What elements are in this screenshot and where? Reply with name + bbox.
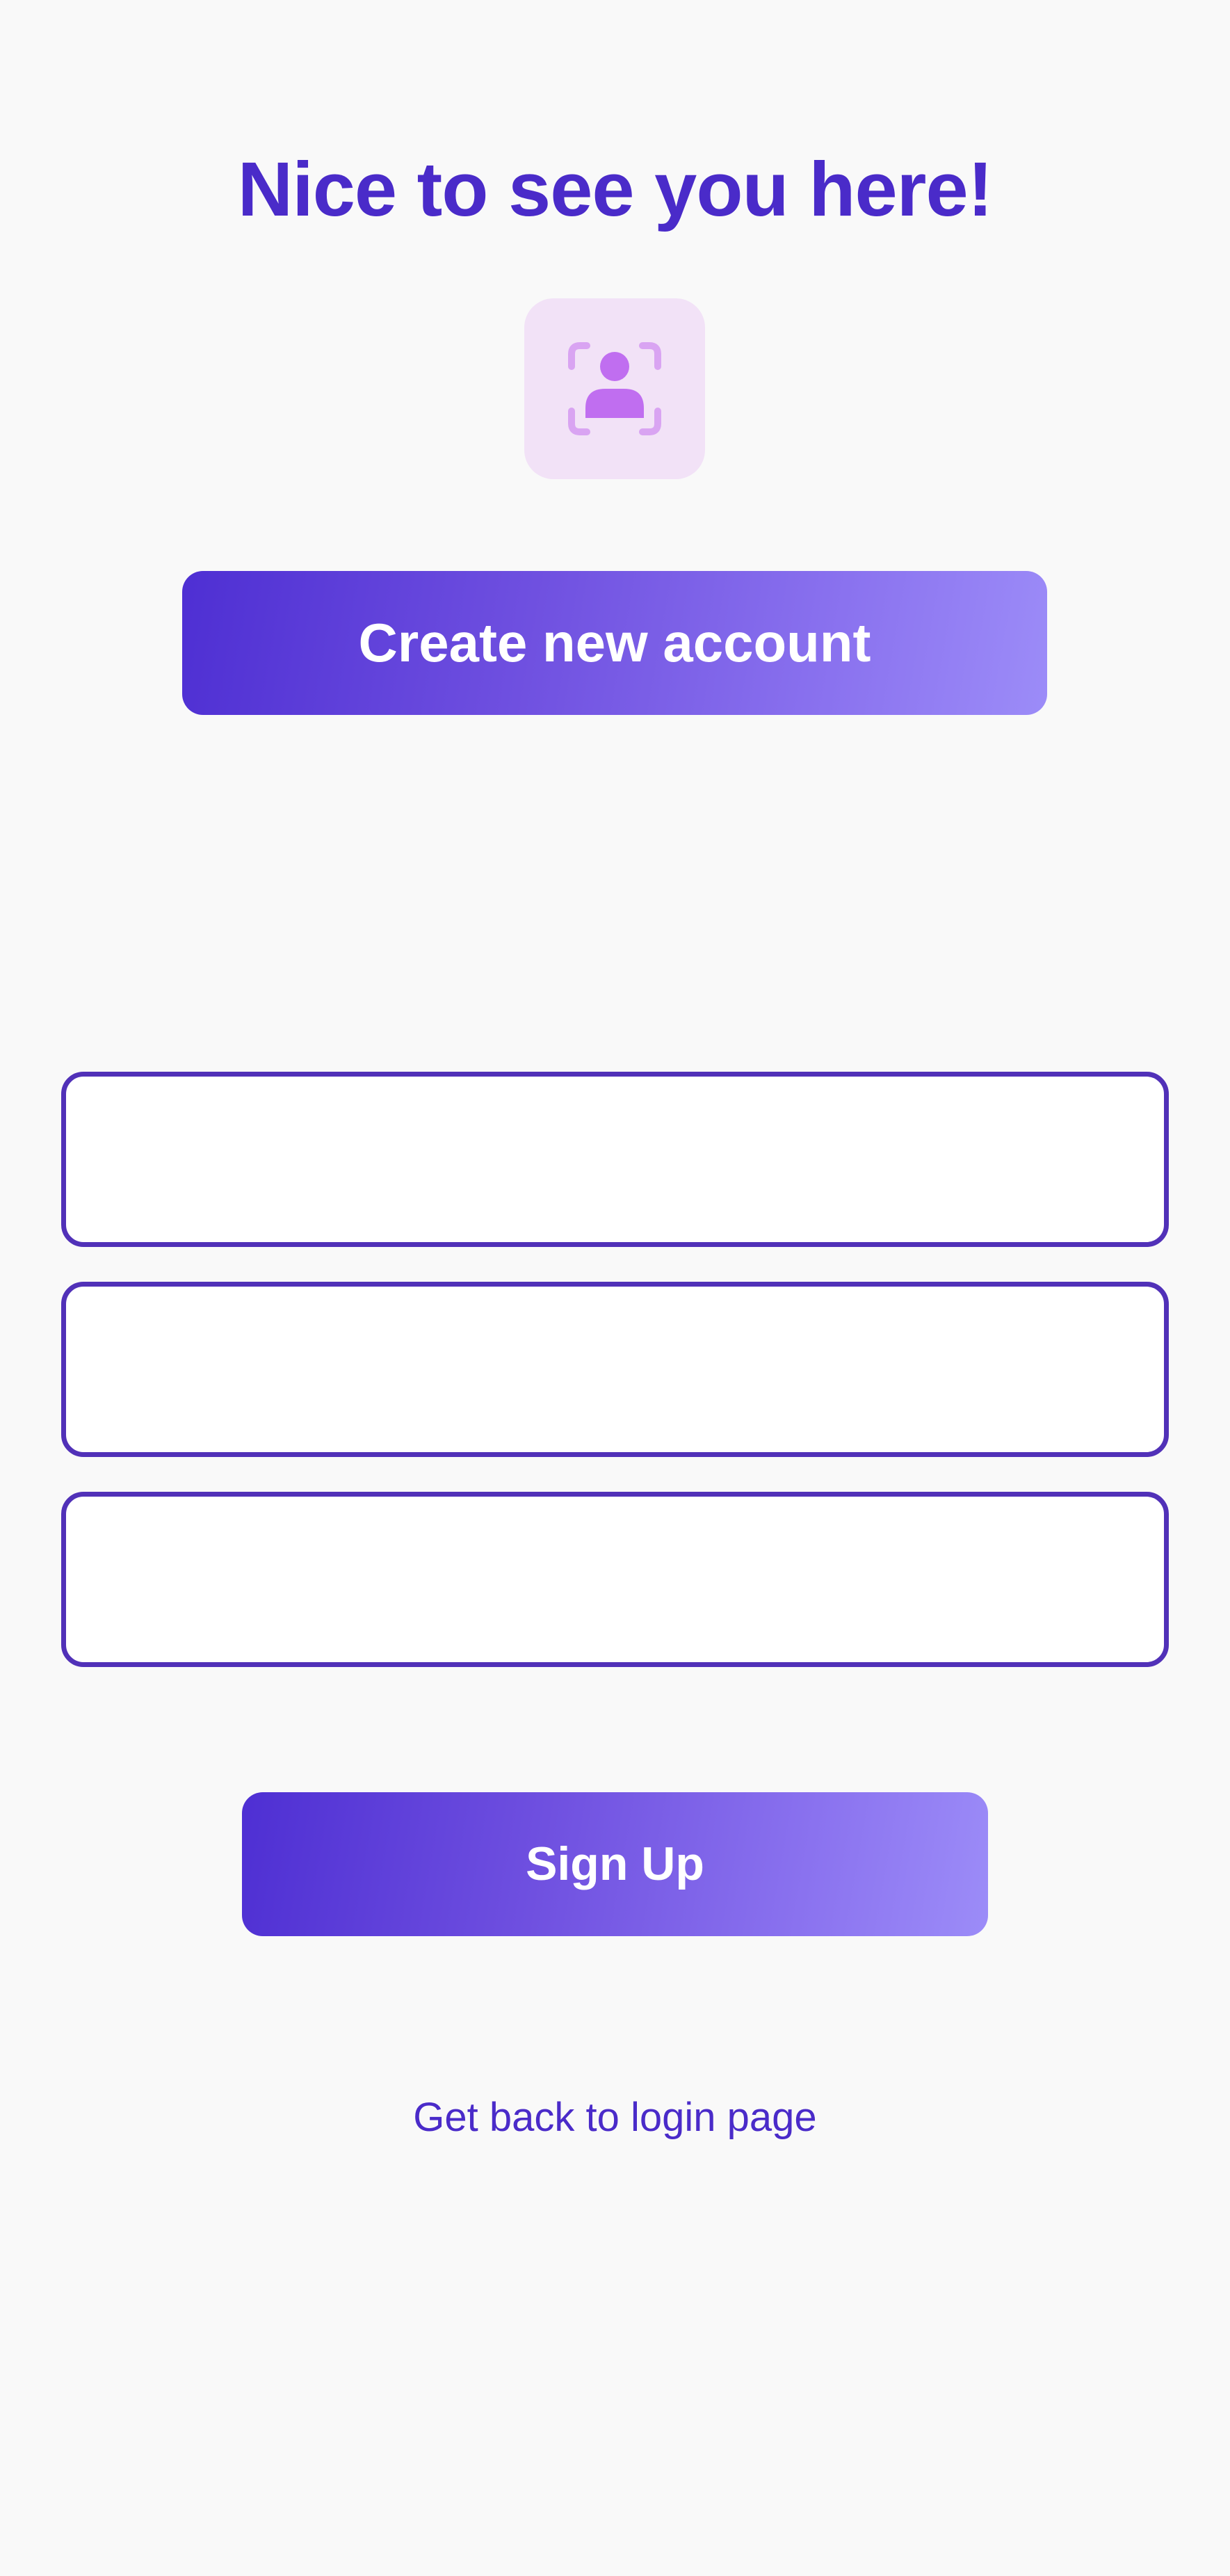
- signup-field-2[interactable]: [61, 1282, 1169, 1457]
- signup-field-3[interactable]: [61, 1492, 1169, 1667]
- signup-field-1[interactable]: [61, 1072, 1169, 1247]
- create-account-button[interactable]: Create new account: [182, 571, 1047, 715]
- sign-up-button[interactable]: Sign Up: [242, 1792, 988, 1936]
- user-scan-icon: [568, 342, 661, 435]
- page-title: Nice to see you here!: [237, 147, 994, 232]
- back-to-login-link[interactable]: Get back to login page: [0, 2090, 1230, 2146]
- avatar: [524, 298, 705, 479]
